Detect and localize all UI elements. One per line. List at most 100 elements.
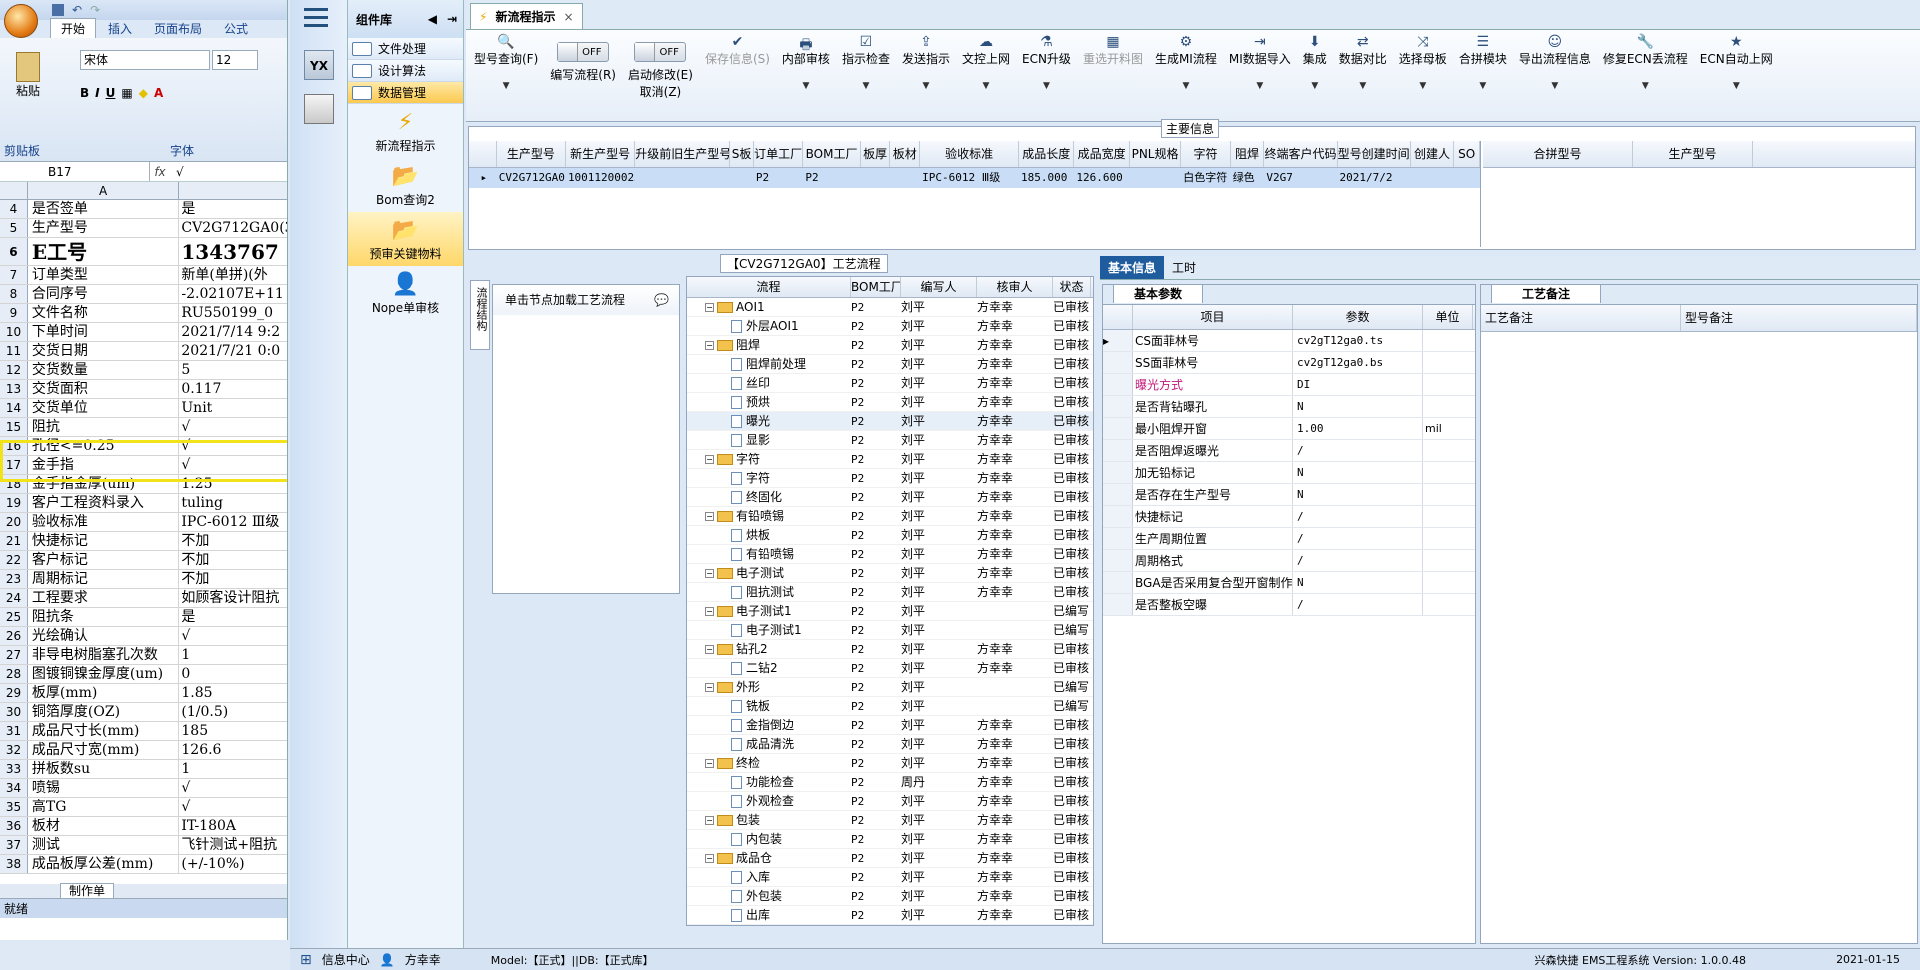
cell-b[interactable]: 2021/7/21 0:0 [179, 342, 287, 360]
toolbar-button[interactable]: ▦ 重选开料图 [1077, 30, 1149, 121]
cell-a[interactable]: 成品尺寸长(mm) [28, 722, 180, 740]
component-item[interactable]: 文件处理 [348, 38, 463, 60]
formula-input[interactable]: √ [170, 165, 184, 179]
fx-icon[interactable]: fx [150, 165, 170, 179]
cell-a[interactable]: 孔径<=0.25 [28, 437, 180, 455]
cell-a[interactable]: 板厚(mm) [28, 684, 180, 702]
font-size-select[interactable]: 12 [212, 50, 258, 70]
toggle-switch[interactable]: OFF [634, 42, 687, 62]
cell-a[interactable]: 交货面积 [28, 380, 180, 398]
row-number[interactable]: 8 [0, 285, 28, 303]
pin-icon[interactable]: ⇥ [447, 12, 457, 26]
collapse-left-icon[interactable]: ◀ [428, 12, 437, 26]
grid-cell[interactable]: 白色字符 [1181, 168, 1230, 188]
tree-node[interactable]: 预烘 P2 刘平 方幸幸 已审核 [687, 393, 1093, 412]
grid-cell[interactable]: 10011200023186 [566, 168, 635, 188]
chevron-down-icon[interactable]: ▼ [1359, 81, 1366, 91]
cell-b[interactable]: 新单(单拼)(外 [179, 266, 287, 284]
toolbar-button[interactable]: ⬇ 集成 ▼ [1297, 30, 1333, 121]
param-row[interactable]: 是否整板空曝 / [1103, 594, 1475, 616]
chevron-down-icon[interactable]: ▼ [1311, 81, 1318, 91]
column-header[interactable]: 订单工厂 [754, 141, 804, 167]
row-number[interactable]: 19 [0, 494, 28, 512]
column-header[interactable]: 流程 [687, 277, 851, 297]
cell-b[interactable]: √ [179, 456, 287, 474]
param-row[interactable]: 曝光方式 DI [1103, 374, 1475, 396]
cell-b[interactable]: 2021/7/14 9:2 [179, 323, 287, 341]
font-color-icon[interactable]: A [154, 86, 163, 100]
tree-node[interactable]: 出库 P2 刘平 方幸幸 已审核 [687, 906, 1093, 925]
function-button[interactable]: ⚡ 新流程指示 [348, 104, 463, 158]
tree-node[interactable]: 入库 P2 刘平 方幸幸 已审核 [687, 868, 1093, 887]
collapse-icon[interactable]: − [705, 303, 714, 312]
excel-tab[interactable]: 插入 [98, 19, 142, 38]
chevron-down-icon[interactable]: ▼ [1182, 81, 1189, 91]
border-icon[interactable]: ▦ [121, 86, 132, 100]
toolbar-button[interactable]: ⇄ 数据对比 ▼ [1333, 30, 1393, 121]
tree-node[interactable]: − 外形 P2 刘平 已编写 [687, 678, 1093, 697]
windows-icon[interactable]: ⊞ [300, 952, 312, 968]
grid-cell[interactable]: IPC-6012 Ⅲ级 [920, 168, 1019, 188]
column-header[interactable]: 型号备注 [1681, 305, 1917, 331]
excel-tab[interactable]: 页面布局 [144, 19, 212, 38]
tree-node[interactable]: 显影 P2 刘平 方幸幸 已审核 [687, 431, 1093, 450]
toolbar-button[interactable]: ☑ 指示检查 ▼ [836, 30, 896, 121]
cell-a[interactable]: 交货单位 [28, 399, 180, 417]
chevron-down-icon[interactable]: ▼ [1043, 81, 1050, 91]
cell-a[interactable]: 阻抗 [28, 418, 180, 436]
column-header[interactable]: 成品宽度 [1074, 141, 1130, 167]
column-header[interactable]: 编写人 [901, 277, 977, 297]
row-number[interactable]: 4 [0, 200, 28, 218]
row-number[interactable]: 38 [0, 855, 28, 873]
cell-a[interactable]: 客户工程资料录入 [28, 494, 180, 512]
cell-b[interactable]: 185 [179, 722, 287, 740]
column-header[interactable]: 型号创建时间 [1338, 141, 1411, 167]
save-icon[interactable] [52, 4, 64, 16]
tree-node[interactable]: − 钻孔2 P2 刘平 方幸幸 已审核 [687, 640, 1093, 659]
column-header[interactable]: 验收标准 [920, 141, 1020, 167]
param-row[interactable]: 快捷标记 / [1103, 506, 1475, 528]
tree-node[interactable]: 二钻2 P2 刘平 方幸幸 已审核 [687, 659, 1093, 678]
row-number[interactable]: 31 [0, 722, 28, 740]
row-number[interactable]: 13 [0, 380, 28, 398]
row-number[interactable]: 5 [0, 219, 28, 237]
cell-a[interactable]: 高TG [28, 798, 180, 816]
cell-a[interactable]: 光绘确认 [28, 627, 180, 645]
param-row[interactable]: BGA是否采用复合型开窗制作 N [1103, 572, 1475, 594]
collapse-icon[interactable]: − [705, 854, 714, 863]
tree-node[interactable]: 外层AOI1 P2 刘平 方幸幸 已审核 [687, 317, 1093, 336]
toolbar-button[interactable]: ☰ 合拼模块 ▼ [1453, 30, 1513, 121]
column-header[interactable]: 终端客户代码 [1264, 141, 1338, 167]
cell-a[interactable]: 周期标记 [28, 570, 180, 588]
cell-b[interactable]: IT-180A [179, 817, 287, 835]
cell-b[interactable]: 不加 [179, 570, 287, 588]
toolbar-button[interactable]: ⇪ 发送指示 ▼ [896, 30, 956, 121]
chevron-down-icon[interactable]: ▼ [1642, 81, 1649, 91]
chevron-down-icon[interactable]: ▼ [503, 81, 510, 91]
cell-a[interactable]: 非导电树脂塞孔次数 [28, 646, 180, 664]
chevron-down-icon[interactable]: ▼ [862, 81, 869, 91]
column-header[interactable]: 升级前旧生产型号 [635, 141, 731, 167]
grid-cell[interactable]: P2 [803, 168, 860, 188]
fill-color-icon[interactable]: ◆ [139, 86, 148, 100]
chevron-down-icon[interactable]: ▼ [1479, 81, 1486, 91]
column-header[interactable]: S板 [730, 141, 754, 167]
yx-logo-icon[interactable]: YX [304, 50, 334, 80]
excel-tab[interactable]: 开始 [50, 18, 97, 38]
row-number[interactable]: 28 [0, 665, 28, 683]
font-name-select[interactable]: 宋体 [80, 50, 210, 70]
grid-cell[interactable] [730, 168, 754, 188]
tree-node[interactable]: 外包装 P2 刘平 方幸幸 已审核 [687, 887, 1093, 906]
param-row[interactable]: 加无铅标记 N [1103, 462, 1475, 484]
calculator-icon[interactable] [304, 94, 334, 124]
grid-cell[interactable]: P2 [754, 168, 803, 188]
column-header[interactable]: 核审人 [977, 277, 1053, 297]
toolbar-button[interactable]: OFF 编写流程(R) [544, 30, 622, 121]
row-number[interactable]: 34 [0, 779, 28, 797]
toolbar-button[interactable]: ⚗ ECN升级 ▼ [1016, 30, 1077, 121]
tree-node[interactable]: − 电子测试 P2 刘平 方幸幸 已审核 [687, 564, 1093, 583]
office-button-icon[interactable] [4, 4, 38, 38]
cell-a[interactable]: 铜箔厚度(OZ) [28, 703, 180, 721]
toolbar-button[interactable]: ⤨ 选择母板 ▼ [1393, 30, 1453, 121]
cell-a[interactable]: 金手指 [28, 456, 180, 474]
